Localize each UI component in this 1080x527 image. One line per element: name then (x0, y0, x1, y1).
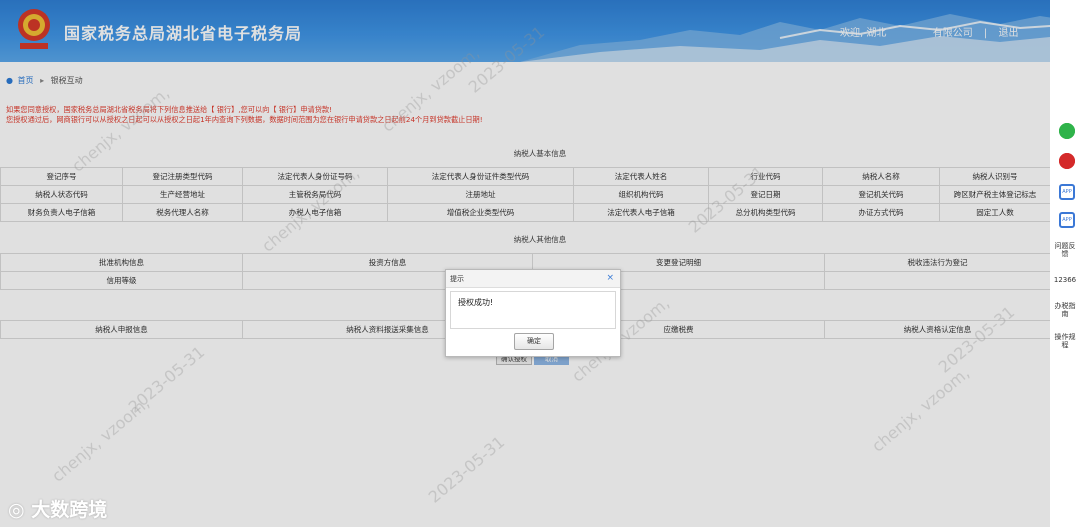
dialog-message: 授权成功! (450, 291, 616, 329)
right-sidebar (1050, 0, 1080, 527)
close-icon[interactable]: × (606, 273, 614, 283)
weibo-icon[interactable] (1059, 153, 1075, 169)
modal-overlay (0, 0, 1050, 527)
brand-text: 大数跨境 (31, 499, 108, 521)
app-icon[interactable]: APP (1059, 184, 1075, 200)
success-dialog: 提示 × 授权成功! 确定 (445, 269, 621, 357)
manual-link[interactable]: 操作规程 (1053, 333, 1077, 349)
hotline-number: 12366 (1053, 276, 1077, 284)
dialog-header: 提示 × (446, 270, 620, 288)
app-icon[interactable]: APP (1059, 212, 1075, 228)
feedback-link[interactable]: 问题反馈 (1053, 242, 1077, 258)
guide-link[interactable]: 办税指南 (1053, 302, 1077, 318)
ok-button[interactable]: 确定 (514, 333, 554, 350)
wechat-icon[interactable] (1059, 123, 1075, 139)
dialog-title: 提示 (450, 275, 464, 283)
brand-logo-icon: ◎ (8, 499, 25, 521)
brand-watermark: ◎ 大数跨境 (8, 495, 107, 522)
